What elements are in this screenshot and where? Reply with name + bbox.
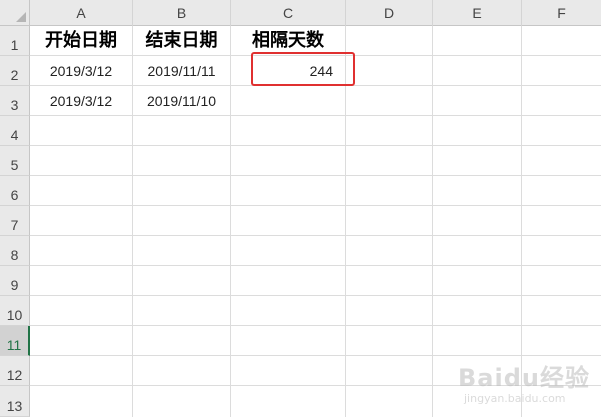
column-header-a[interactable]: A — [30, 0, 133, 26]
row-header-1[interactable]: 1 — [0, 26, 30, 56]
row-header-6[interactable]: 6 — [0, 176, 30, 206]
baidu-jingyan-watermark: Baidu经验 jingyan.baidu.com — [458, 352, 598, 412]
cell-b1[interactable]: 结束日期 — [133, 26, 230, 55]
grid-line — [30, 175, 601, 176]
row-header-10[interactable]: 10 — [0, 296, 30, 326]
row-header-13[interactable]: 13 — [0, 386, 30, 417]
grid-line — [30, 295, 601, 296]
cell-a2[interactable]: 2019/3/12 — [30, 56, 132, 85]
grid-line — [30, 325, 601, 326]
row-header-9[interactable]: 9 — [0, 266, 30, 296]
column-header-b[interactable]: B — [133, 0, 231, 26]
column-header-f[interactable]: F — [522, 0, 601, 26]
watermark-brand: Baidu经验 — [458, 364, 590, 392]
row-header-7[interactable]: 7 — [0, 206, 30, 236]
cell-c1[interactable]: 相隔天数 — [231, 26, 345, 55]
column-header-e[interactable]: E — [433, 0, 522, 26]
spreadsheet-grid: A B C D E F 1 2 3 4 5 6 7 8 9 10 11 12 1… — [0, 0, 601, 417]
row-header-11[interactable]: 11 — [0, 326, 30, 356]
cell-b2[interactable]: 2019/11/11 — [133, 56, 230, 85]
watermark-url: jingyan.baidu.com — [464, 392, 566, 405]
grid-line — [432, 26, 433, 417]
grid-line — [30, 205, 601, 206]
row-header-8[interactable]: 8 — [0, 236, 30, 266]
grid-line — [30, 235, 601, 236]
grid-line — [30, 145, 601, 146]
grid-line — [30, 115, 601, 116]
select-all-corner[interactable] — [0, 0, 30, 26]
row-header-3[interactable]: 3 — [0, 86, 30, 116]
column-header-d[interactable]: D — [346, 0, 433, 26]
cell-a1[interactable]: 开始日期 — [30, 26, 132, 55]
row-header-4[interactable]: 4 — [0, 116, 30, 146]
row-header-2[interactable]: 2 — [0, 56, 30, 86]
cell-a3[interactable]: 2019/3/12 — [30, 86, 132, 115]
row-header-5[interactable]: 5 — [0, 146, 30, 176]
row-header-12[interactable]: 12 — [0, 356, 30, 386]
column-header-c[interactable]: C — [231, 0, 346, 26]
highlight-annotation-box — [251, 52, 355, 86]
select-all-triangle-icon — [16, 12, 26, 22]
grid-line — [30, 265, 601, 266]
cell-b3[interactable]: 2019/11/10 — [133, 86, 230, 115]
